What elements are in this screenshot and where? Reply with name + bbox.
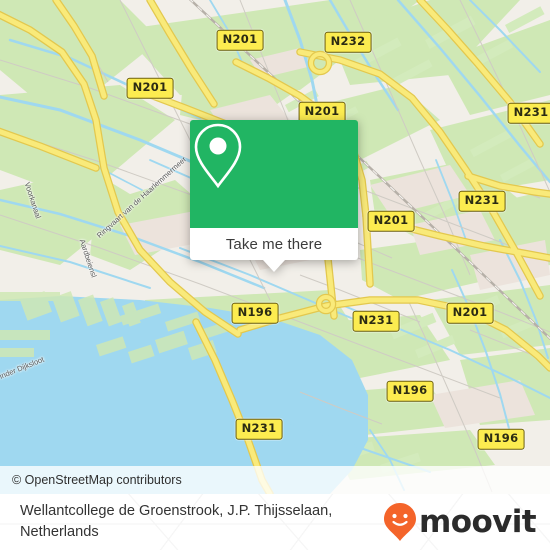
moovit-wordmark: moovit [419,503,537,540]
road-shield-n196[interactable]: N196 [477,428,525,450]
popup-card-header [190,120,358,228]
road-shield-n201[interactable]: N201 [126,77,174,99]
moovit-logo[interactable]: moovit [383,502,537,542]
map-pin-icon [194,123,242,189]
road-shield-n231[interactable]: N231 [235,418,283,440]
popup-card-footer[interactable]: Take me there [190,228,358,272]
road-shield-n201[interactable]: N201 [367,210,415,232]
map-attribution-bar: © OpenStreetMap contributors [0,466,550,494]
bottom-info-bar: Wellantcollege de Groenstrook, J.P. Thij… [0,494,550,550]
place-name-label: Wellantcollege de Groenstrook, J.P. Thij… [20,503,333,540]
road-shield-n196[interactable]: N196 [386,380,434,402]
road-shield-n231[interactable]: N231 [352,310,400,332]
road-shield-n232[interactable]: N232 [324,31,372,53]
road-shield-n231[interactable]: N231 [507,102,550,124]
moovit-smiley-pin-icon [384,503,417,541]
road-shield-n231[interactable]: N231 [458,190,506,212]
road-shield-n201[interactable]: N201 [446,302,494,324]
location-popup-card[interactable]: Take me there [190,120,358,272]
road-shield-n196[interactable]: N196 [231,302,279,324]
osm-attribution-text[interactable]: © OpenStreetMap contributors [12,473,182,487]
take-me-there-label: Take me there [225,235,323,253]
map-canvas[interactable]: Voorkanaal Aardbeiensl Ringvaart van de … [0,0,550,494]
map-screenshot-root: Voorkanaal Aardbeiensl Ringvaart van de … [0,0,550,550]
road-shield-n201[interactable]: N201 [216,29,264,51]
popup-card-tail [263,260,285,272]
